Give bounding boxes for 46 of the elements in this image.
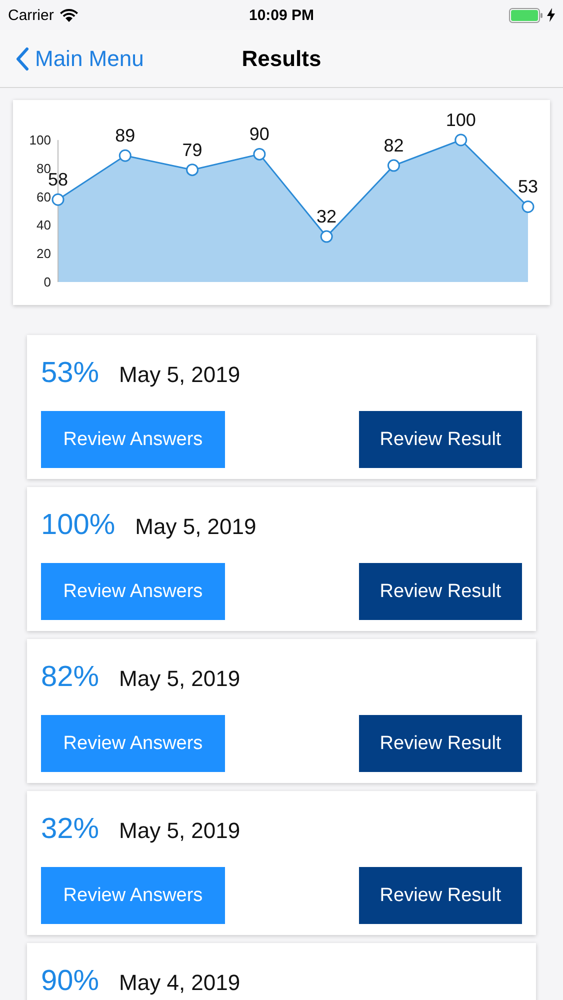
carrier-label: Carrier	[8, 6, 54, 24]
data-point	[118, 149, 132, 162]
page-title: Results	[242, 46, 322, 72]
axis-tick-label: 0	[44, 274, 51, 290]
review-answers-button[interactable]: Review Answers	[41, 867, 225, 924]
date-label: May 5, 2019	[135, 514, 256, 540]
score-label: 100%	[41, 509, 116, 542]
data-label: 90	[249, 124, 270, 144]
back-button[interactable]: Main Menu	[0, 46, 144, 72]
axis-tick-label: 100	[29, 132, 51, 148]
data-point	[52, 193, 64, 206]
wifi-icon	[60, 8, 78, 22]
review-result-button[interactable]: Review Result	[359, 715, 522, 772]
score-label: 82%	[41, 661, 100, 694]
data-label: 100	[446, 110, 476, 130]
review-result-button[interactable]: Review Result	[359, 411, 522, 468]
data-point	[387, 159, 400, 172]
axis-tick-label: 60	[36, 189, 51, 204]
data-point	[186, 164, 199, 176]
date-label: May 4, 2019	[119, 970, 240, 996]
data-point	[320, 230, 333, 243]
data-label: 32	[316, 206, 337, 227]
data-point	[253, 148, 266, 160]
review-answers-button[interactable]: Review Answers	[41, 715, 225, 772]
score-label: 53%	[41, 357, 100, 390]
chevron-left-icon	[16, 46, 29, 70]
score-label: 90%	[41, 965, 100, 998]
review-result-button[interactable]: Review Result	[359, 563, 522, 620]
axis-tick-label: 40	[36, 218, 51, 233]
data-point	[522, 200, 534, 213]
date-label: May 5, 2019	[119, 362, 240, 388]
charging-icon	[547, 8, 556, 22]
battery-icon	[509, 8, 544, 22]
data-label: 89	[115, 126, 136, 146]
data-label: 53	[518, 176, 538, 197]
data-point	[454, 134, 468, 146]
review-result-button[interactable]: Review Result	[359, 867, 522, 924]
review-answers-button[interactable]: Review Answers	[41, 563, 225, 620]
date-label: May 5, 2019	[119, 666, 240, 692]
status-time: 10:09 PM	[248, 6, 314, 24]
review-answers-button[interactable]: Review Answers	[41, 411, 225, 468]
axis-tick-label: 20	[36, 246, 51, 262]
data-label: 82	[384, 136, 404, 156]
date-label: May 5, 2019	[119, 818, 240, 844]
score-label: 32%	[41, 813, 100, 846]
data-label: 79	[182, 140, 202, 160]
